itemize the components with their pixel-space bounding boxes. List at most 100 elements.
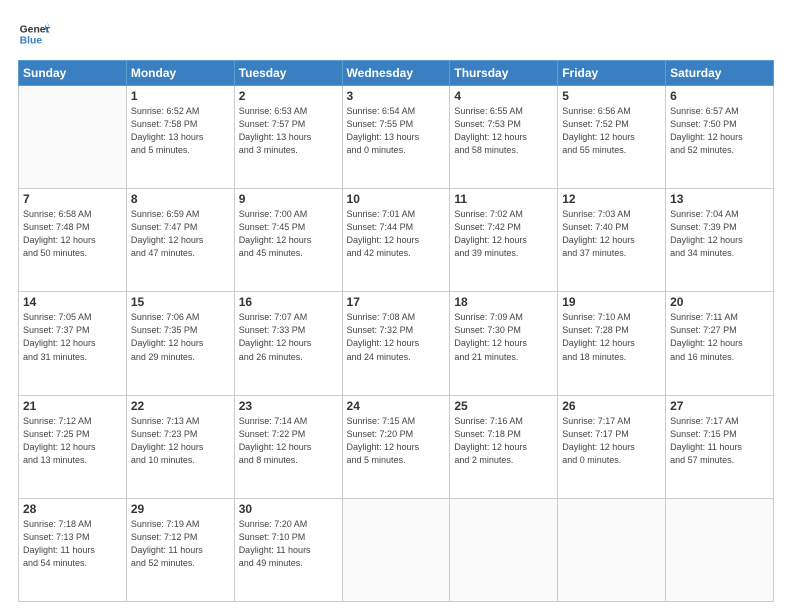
day-info: Sunrise: 7:08 AMSunset: 7:32 PMDaylight:… — [347, 311, 446, 363]
day-info: Sunrise: 7:03 AMSunset: 7:40 PMDaylight:… — [562, 208, 661, 260]
logo-icon: General Blue — [18, 18, 50, 50]
calendar-cell: 5 Sunrise: 6:56 AMSunset: 7:52 PMDaylight… — [558, 86, 666, 189]
calendar-cell: 2Sunrise: 6:53 AMSunset: 7:57 PMDaylight… — [234, 86, 342, 189]
calendar-cell — [450, 498, 558, 601]
day-number: 8 — [131, 192, 230, 206]
calendar-cell: 9 Sunrise: 7:00 AMSunset: 7:45 PMDaylight… — [234, 189, 342, 292]
day-info: Sunrise: 7:15 AMSunset: 7:20 PMDaylight:… — [347, 415, 446, 467]
day-info: Sunrise: 6:56 AMSunset: 7:52 PMDaylight:… — [562, 105, 661, 157]
day-info: Sunrise: 7:11 AMSunset: 7:27 PMDaylight:… — [670, 311, 769, 363]
weekday-header-tuesday: Tuesday — [234, 61, 342, 86]
day-number: 22 — [131, 399, 230, 413]
day-info: Sunrise: 6:53 AMSunset: 7:57 PMDaylight:… — [239, 105, 338, 157]
calendar-cell — [19, 86, 127, 189]
day-info: Sunrise: 7:18 AMSunset: 7:13 PMDaylight:… — [23, 518, 122, 570]
calendar-cell: 20 Sunrise: 7:11 AMSunset: 7:27 PMDayligh… — [666, 292, 774, 395]
day-number: 13 — [670, 192, 769, 206]
day-info: Sunrise: 7:20 AMSunset: 7:10 PMDaylight:… — [239, 518, 338, 570]
calendar-cell: 10Sunrise: 7:01 AMSunset: 7:44 PMDayligh… — [342, 189, 450, 292]
calendar-cell: 11 Sunrise: 7:02 AMSunset: 7:42 PMDayligh… — [450, 189, 558, 292]
calendar-cell: 28 Sunrise: 7:18 AMSunset: 7:13 PMDayligh… — [19, 498, 127, 601]
header: General Blue — [18, 18, 774, 50]
day-number: 28 — [23, 502, 122, 516]
day-info: Sunrise: 7:06 AMSunset: 7:35 PMDaylight:… — [131, 311, 230, 363]
calendar-cell: 1 Sunrise: 6:52 AMSunset: 7:58 PMDaylight… — [126, 86, 234, 189]
day-info: Sunrise: 7:05 AMSunset: 7:37 PMDaylight:… — [23, 311, 122, 363]
calendar-cell: 30Sunrise: 7:20 AMSunset: 7:10 PMDayligh… — [234, 498, 342, 601]
day-info: Sunrise: 7:19 AMSunset: 7:12 PMDaylight:… — [131, 518, 230, 570]
calendar-cell: 8 Sunrise: 6:59 AMSunset: 7:47 PMDaylight… — [126, 189, 234, 292]
day-number: 4 — [454, 89, 553, 103]
calendar-week-row: 21Sunrise: 7:12 AMSunset: 7:25 PMDayligh… — [19, 395, 774, 498]
weekday-header-monday: Monday — [126, 61, 234, 86]
day-number: 24 — [347, 399, 446, 413]
weekday-header-friday: Friday — [558, 61, 666, 86]
day-info: Sunrise: 7:04 AMSunset: 7:39 PMDaylight:… — [670, 208, 769, 260]
day-number: 9 — [239, 192, 338, 206]
calendar-week-row: 14 Sunrise: 7:05 AMSunset: 7:37 PMDayligh… — [19, 292, 774, 395]
calendar-cell: 13 Sunrise: 7:04 AMSunset: 7:39 PMDayligh… — [666, 189, 774, 292]
day-number: 25 — [454, 399, 553, 413]
calendar-cell: 14 Sunrise: 7:05 AMSunset: 7:37 PMDayligh… — [19, 292, 127, 395]
day-number: 23 — [239, 399, 338, 413]
day-info: Sunrise: 6:58 AMSunset: 7:48 PMDaylight:… — [23, 208, 122, 260]
calendar-cell — [558, 498, 666, 601]
weekday-header-thursday: Thursday — [450, 61, 558, 86]
day-info: Sunrise: 7:09 AMSunset: 7:30 PMDaylight:… — [454, 311, 553, 363]
day-number: 18 — [454, 295, 553, 309]
calendar-cell: 19 Sunrise: 7:10 AMSunset: 7:28 PMDayligh… — [558, 292, 666, 395]
calendar-cell: 23 Sunrise: 7:14 AMSunset: 7:22 PMDayligh… — [234, 395, 342, 498]
day-number: 5 — [562, 89, 661, 103]
day-info: Sunrise: 7:10 AMSunset: 7:28 PMDaylight:… — [562, 311, 661, 363]
calendar-cell: 18 Sunrise: 7:09 AMSunset: 7:30 PMDayligh… — [450, 292, 558, 395]
weekday-header-saturday: Saturday — [666, 61, 774, 86]
svg-text:Blue: Blue — [20, 36, 43, 47]
calendar-week-row: 28 Sunrise: 7:18 AMSunset: 7:13 PMDayligh… — [19, 498, 774, 601]
calendar-cell: 22 Sunrise: 7:13 AMSunset: 7:23 PMDayligh… — [126, 395, 234, 498]
calendar-cell: 16 Sunrise: 7:07 AMSunset: 7:33 PMDayligh… — [234, 292, 342, 395]
day-info: Sunrise: 7:16 AMSunset: 7:18 PMDaylight:… — [454, 415, 553, 467]
day-number: 7 — [23, 192, 122, 206]
calendar-cell: 3Sunrise: 6:54 AMSunset: 7:55 PMDaylight… — [342, 86, 450, 189]
calendar-cell: 29Sunrise: 7:19 AMSunset: 7:12 PMDayligh… — [126, 498, 234, 601]
day-number: 1 — [131, 89, 230, 103]
day-number: 26 — [562, 399, 661, 413]
page: General Blue SundayMondayTuesdayWednesda… — [0, 0, 792, 612]
day-info: Sunrise: 6:59 AMSunset: 7:47 PMDaylight:… — [131, 208, 230, 260]
calendar-cell: 21Sunrise: 7:12 AMSunset: 7:25 PMDayligh… — [19, 395, 127, 498]
calendar-table: SundayMondayTuesdayWednesdayThursdayFrid… — [18, 60, 774, 602]
day-number: 14 — [23, 295, 122, 309]
day-number: 19 — [562, 295, 661, 309]
day-number: 20 — [670, 295, 769, 309]
day-info: Sunrise: 7:14 AMSunset: 7:22 PMDaylight:… — [239, 415, 338, 467]
day-number: 11 — [454, 192, 553, 206]
calendar-cell: 12 Sunrise: 7:03 AMSunset: 7:40 PMDayligh… — [558, 189, 666, 292]
calendar-cell: 25 Sunrise: 7:16 AMSunset: 7:18 PMDayligh… — [450, 395, 558, 498]
logo: General Blue — [18, 18, 50, 50]
day-info: Sunrise: 7:02 AMSunset: 7:42 PMDaylight:… — [454, 208, 553, 260]
calendar-cell: 26 Sunrise: 7:17 AMSunset: 7:17 PMDayligh… — [558, 395, 666, 498]
day-number: 27 — [670, 399, 769, 413]
calendar-cell: 6Sunrise: 6:57 AMSunset: 7:50 PMDaylight… — [666, 86, 774, 189]
day-number: 6 — [670, 89, 769, 103]
calendar-week-row: 1 Sunrise: 6:52 AMSunset: 7:58 PMDaylight… — [19, 86, 774, 189]
weekday-header-row: SundayMondayTuesdayWednesdayThursdayFrid… — [19, 61, 774, 86]
day-info: Sunrise: 6:52 AMSunset: 7:58 PMDaylight:… — [131, 105, 230, 157]
calendar-cell — [666, 498, 774, 601]
day-info: Sunrise: 7:13 AMSunset: 7:23 PMDaylight:… — [131, 415, 230, 467]
day-number: 3 — [347, 89, 446, 103]
day-number: 16 — [239, 295, 338, 309]
calendar-cell: 4 Sunrise: 6:55 AMSunset: 7:53 PMDaylight… — [450, 86, 558, 189]
day-number: 17 — [347, 295, 446, 309]
day-info: Sunrise: 7:12 AMSunset: 7:25 PMDaylight:… — [23, 415, 122, 467]
day-number: 15 — [131, 295, 230, 309]
day-info: Sunrise: 7:17 AMSunset: 7:15 PMDaylight:… — [670, 415, 769, 467]
day-number: 12 — [562, 192, 661, 206]
weekday-header-sunday: Sunday — [19, 61, 127, 86]
day-info: Sunrise: 7:00 AMSunset: 7:45 PMDaylight:… — [239, 208, 338, 260]
calendar-cell: 24 Sunrise: 7:15 AMSunset: 7:20 PMDayligh… — [342, 395, 450, 498]
day-info: Sunrise: 7:17 AMSunset: 7:17 PMDaylight:… — [562, 415, 661, 467]
day-info: Sunrise: 6:55 AMSunset: 7:53 PMDaylight:… — [454, 105, 553, 157]
day-number: 10 — [347, 192, 446, 206]
day-info: Sunrise: 7:07 AMSunset: 7:33 PMDaylight:… — [239, 311, 338, 363]
